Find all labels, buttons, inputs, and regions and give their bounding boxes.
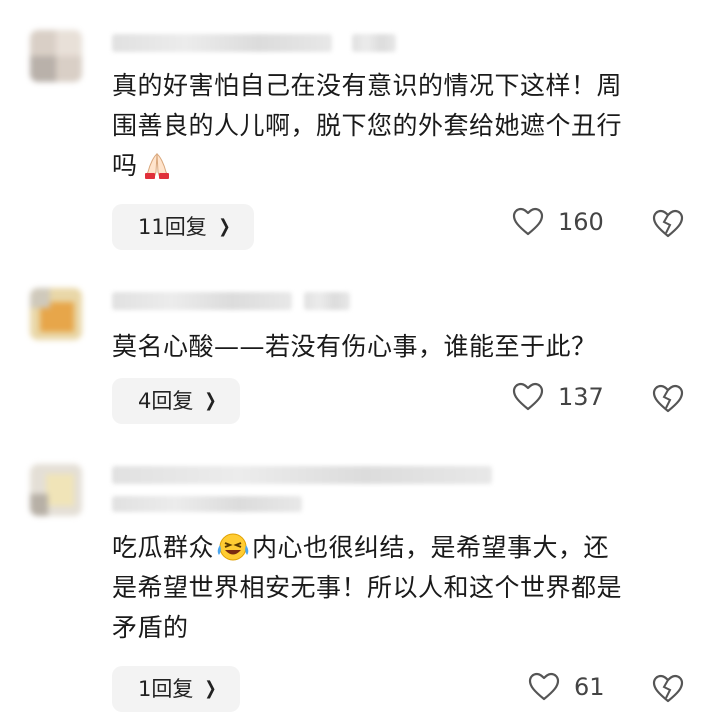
username-blurred-line2 <box>112 496 302 512</box>
reply-count-label: 4回复 <box>138 389 194 413</box>
like-count: 160 <box>558 208 604 236</box>
username-blurred <box>112 34 332 52</box>
chevron-right-icon: ❯ <box>204 390 217 411</box>
heart-outline-icon <box>528 672 560 701</box>
avatar[interactable] <box>30 288 82 340</box>
folded-hands-emoji <box>144 153 169 179</box>
timestamp-blurred <box>352 34 396 52</box>
chevron-right-icon: ❯ <box>218 216 231 237</box>
username-blurred <box>112 292 292 310</box>
heart-outline-icon <box>512 382 544 411</box>
reply-count-button[interactable]: 11回复 ❯ <box>112 204 254 250</box>
comment-text: 莫名心酸——若没有伤心事，谁能至于此？ <box>112 332 597 361</box>
like-button[interactable]: 61 <box>528 672 605 702</box>
chevron-right-icon: ❯ <box>204 678 217 699</box>
username-blurred <box>112 466 492 484</box>
avatar[interactable] <box>30 30 82 82</box>
reply-count-label: 1回复 <box>138 677 194 701</box>
reply-count-button[interactable]: 1回复 ❯ <box>112 666 241 712</box>
comment-text: 吃瓜群众 内心也很纠结，是希望事大，还 是希望世界相安无事！所以人和这个世界都是… <box>112 528 692 648</box>
avatar[interactable] <box>30 464 82 516</box>
timestamp-blurred <box>304 292 350 310</box>
comment-text: 真的好害怕自己在没有意识的情况下这样！周 围善良的人儿啊，脱下您的外套给她遮个丑… <box>112 71 623 180</box>
broken-heart-icon[interactable] <box>652 384 684 414</box>
like-button[interactable]: 137 <box>512 382 604 412</box>
broken-heart-icon[interactable] <box>652 674 684 704</box>
heart-outline-icon <box>512 207 544 236</box>
like-count: 61 <box>574 673 605 701</box>
broken-heart-icon[interactable] <box>652 209 684 239</box>
reply-count-label: 11回复 <box>138 215 207 239</box>
reply-count-button[interactable]: 4回复 ❯ <box>112 378 241 424</box>
like-button[interactable]: 160 <box>512 207 604 237</box>
laughing-crying-emoji <box>217 533 249 561</box>
like-count: 137 <box>558 383 604 411</box>
